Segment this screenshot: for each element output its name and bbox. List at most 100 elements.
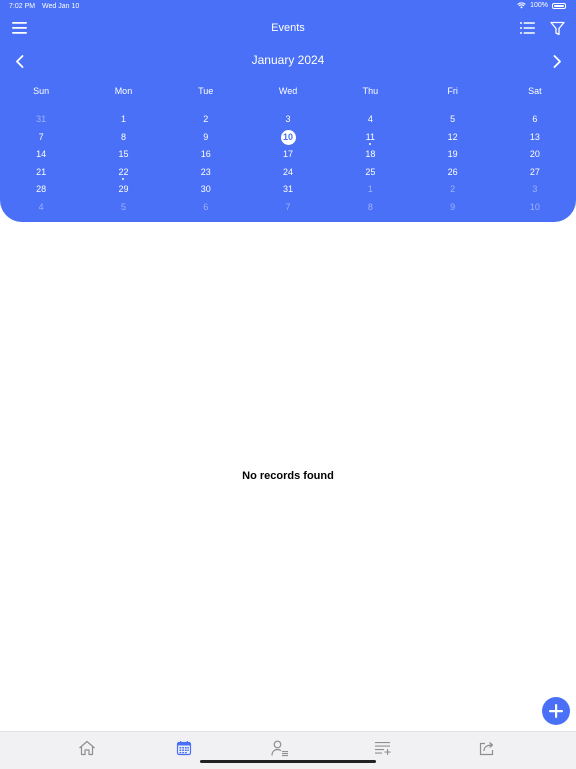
status-date: Wed Jan 10 xyxy=(42,3,80,10)
calendar-day[interactable]: 9 xyxy=(411,199,493,217)
calendar-day[interactable]: 24 xyxy=(247,164,329,182)
calendar-day-number: 23 xyxy=(200,166,211,177)
calendar-day[interactable]: 31 xyxy=(247,181,329,199)
calendar-day[interactable]: 6 xyxy=(494,111,576,129)
calendar-day[interactable]: 11 xyxy=(329,129,411,147)
calendar-day[interactable]: 5 xyxy=(411,111,493,129)
calendar-day-number: 31 xyxy=(36,114,47,124)
calendar-day[interactable]: 12 xyxy=(411,129,493,147)
calendar-day[interactable]: 8 xyxy=(329,199,411,217)
calendar-day[interactable]: 9 xyxy=(165,129,247,147)
calendar-day-number: 3 xyxy=(532,184,538,195)
calendar-day-number: 29 xyxy=(118,184,129,195)
calendar-day-number: 21 xyxy=(36,166,47,177)
navigation-bar: Events xyxy=(0,14,576,42)
calendar-day[interactable]: 23 xyxy=(165,164,247,182)
calendar-day-number: 22 xyxy=(118,166,129,177)
calendar-day-number: 2 xyxy=(203,114,209,124)
tab-contacts[interactable] xyxy=(270,738,290,758)
weekday-label: Thu xyxy=(362,86,379,96)
calendar-day[interactable]: 4 xyxy=(329,111,411,129)
tab-home[interactable] xyxy=(77,738,97,758)
weekday-label: Fri xyxy=(447,86,458,96)
calendar-day[interactable]: 2 xyxy=(165,111,247,129)
chevron-right-icon[interactable] xyxy=(549,53,565,69)
calendar-day[interactable]: 16 xyxy=(165,146,247,164)
calendar-day[interactable]: 21 xyxy=(0,164,82,182)
calendar-day-number: 9 xyxy=(203,131,209,142)
add-to-list-icon xyxy=(375,742,391,755)
month-label: January 2024 xyxy=(251,53,325,67)
calendar-day[interactable]: 10 xyxy=(494,199,576,217)
add-event-button[interactable] xyxy=(542,697,570,725)
weekday-label: Wed xyxy=(278,86,298,96)
calendar-day-number: 12 xyxy=(447,131,458,142)
calendar-day-number: 31 xyxy=(283,184,294,195)
calendar-day[interactable]: 1 xyxy=(329,181,411,199)
calendar-day[interactable]: 14 xyxy=(0,146,82,164)
calendar-day[interactable]: 15 xyxy=(82,146,164,164)
status-time: 7:02 PM xyxy=(9,3,36,10)
calendar-day[interactable]: 17 xyxy=(247,146,329,164)
calendar-day[interactable]: 27 xyxy=(494,164,576,182)
calendar-day[interactable]: 3 xyxy=(247,111,329,129)
calendar-day[interactable]: 7 xyxy=(247,199,329,217)
calendar-day-number: 28 xyxy=(36,184,47,195)
event-indicator-dot xyxy=(122,178,125,181)
calendar-day-number: 16 xyxy=(200,149,211,160)
event-indicator-dot xyxy=(369,143,372,146)
calendar-day[interactable]: 26 xyxy=(411,164,493,182)
tab-calendar[interactable] xyxy=(174,738,194,758)
month-navigator: January 2024 xyxy=(0,48,576,74)
calendar-day-number: 15 xyxy=(118,149,129,160)
calendar-day-number: 10 xyxy=(529,201,540,212)
calendar-day[interactable]: 2 xyxy=(411,181,493,199)
calendar-day-today[interactable]: 10 xyxy=(247,129,329,147)
calendar-day[interactable]: 31 xyxy=(0,111,82,129)
calendar-day[interactable]: 20 xyxy=(494,146,576,164)
calendar-day[interactable]: 29 xyxy=(82,181,164,199)
calendar-day[interactable]: 1 xyxy=(82,111,164,129)
tab-bar xyxy=(0,731,576,769)
tab-share[interactable] xyxy=(477,738,497,758)
status-bar: 7:02 PM Wed Jan 10 100% xyxy=(0,0,576,14)
calendar-day-number: 19 xyxy=(447,149,458,160)
calendar-day-number: 9 xyxy=(450,201,456,212)
calendar-day-number: 1 xyxy=(367,184,373,195)
tab-add-to-list[interactable] xyxy=(373,738,393,758)
calendar-day[interactable]: 13 xyxy=(494,129,576,147)
calendar-day-number: 6 xyxy=(203,201,209,212)
calendar-day[interactable]: 7 xyxy=(0,129,82,147)
list-view-icon[interactable] xyxy=(518,20,536,36)
calendar-day[interactable]: 28 xyxy=(0,181,82,199)
calendar-day-number: 5 xyxy=(120,201,126,212)
calendar-day-number: 24 xyxy=(283,166,294,177)
calendar-day-number: 14 xyxy=(36,149,47,160)
calendar-day-number: 2 xyxy=(450,184,456,195)
calendar-day-number: 20 xyxy=(529,149,540,160)
filter-icon[interactable] xyxy=(548,19,566,37)
calendar-day-number: 18 xyxy=(365,149,376,160)
calendar-day[interactable]: 8 xyxy=(82,129,164,147)
calendar-day[interactable]: 4 xyxy=(0,199,82,217)
calendar-day[interactable]: 25 xyxy=(329,164,411,182)
page-title: Events xyxy=(271,22,305,34)
home-indicator xyxy=(200,760,376,763)
calendar-day[interactable]: 5 xyxy=(82,199,164,217)
calendar-day-number: 4 xyxy=(38,201,44,212)
calendar-day[interactable]: 30 xyxy=(165,181,247,199)
home-icon xyxy=(79,740,95,756)
calendar-grid: 31 1 2 3 4 5 6 7 8 9 10 11 12 13 14 15 16 17 18 19 20 21 22 23 2… xyxy=(0,111,576,217)
calendar-day-number: 25 xyxy=(365,166,376,177)
calendar-day[interactable]: 22 xyxy=(82,164,164,182)
weekday-label: Mon xyxy=(114,86,133,96)
calendar-day-number: 27 xyxy=(529,166,540,177)
battery-icon xyxy=(552,2,566,9)
calendar-day-number: 13 xyxy=(529,131,540,142)
calendar-day[interactable]: 19 xyxy=(411,146,493,164)
calendar-day[interactable]: 3 xyxy=(494,181,576,199)
calendar-day[interactable]: 6 xyxy=(165,199,247,217)
wifi-icon xyxy=(517,2,526,9)
calendar-day[interactable]: 18 xyxy=(329,146,411,164)
calendar-day-number: 30 xyxy=(200,184,211,195)
